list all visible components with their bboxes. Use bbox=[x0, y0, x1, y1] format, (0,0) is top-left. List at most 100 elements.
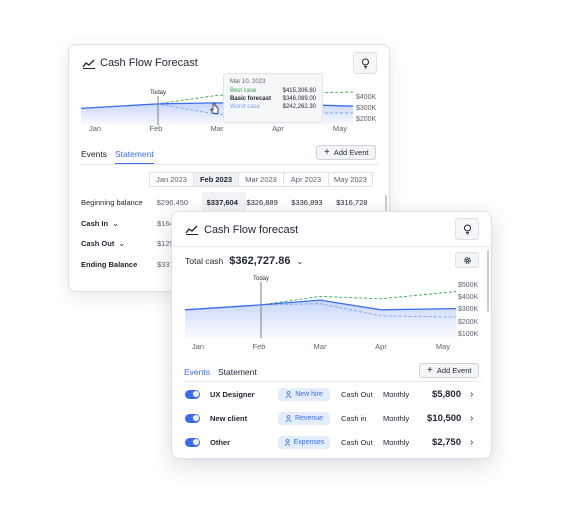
event-row[interactable]: Other Expenses Cash Out Monthly $2,750 › bbox=[185, 432, 481, 452]
event-tag-label: Revenue bbox=[294, 414, 324, 422]
tooltip-value: $415,306.80 bbox=[282, 88, 316, 94]
chevron-right-icon[interactable]: › bbox=[470, 437, 473, 448]
event-toggle[interactable] bbox=[185, 413, 200, 423]
x-tick-label: May bbox=[436, 342, 450, 351]
row-label: Beginning balance bbox=[81, 197, 143, 207]
month-column-header[interactable]: Apr 2023 bbox=[283, 172, 328, 187]
x-tick-label: Jan bbox=[89, 124, 101, 133]
y-tick-label: $200K bbox=[458, 319, 479, 326]
total-cash-value: $362,727.86 bbox=[229, 255, 291, 267]
tooltip-row-worst: Worst case $242,262.30 bbox=[230, 104, 316, 110]
y-tick-label: $400K bbox=[356, 94, 377, 101]
event-type: Cash in bbox=[341, 413, 367, 423]
tooltip-row-basic: Basic forecast $346,089.00 bbox=[230, 96, 316, 102]
tooltip-value: $242,262.30 bbox=[282, 104, 316, 110]
tab-events[interactable]: Events bbox=[184, 367, 210, 382]
person-icon bbox=[285, 414, 292, 422]
event-name: New client bbox=[210, 413, 248, 423]
month-column-header[interactable]: Mar 2023 bbox=[238, 172, 283, 187]
view-tabs: Events Statement bbox=[184, 367, 257, 382]
view-tabs: Events Statement bbox=[81, 149, 154, 164]
tooltip-date: Mar 10, 2023 bbox=[230, 79, 266, 85]
row-value: $296,450 bbox=[156, 197, 189, 207]
scrollbar[interactable] bbox=[487, 250, 489, 312]
statement-month-header: Jan 2023 Feb 2023 Mar 2023 Apr 2023 May … bbox=[149, 172, 373, 187]
add-event-button[interactable]: + Add Event bbox=[419, 363, 480, 378]
lightbulb-icon bbox=[463, 224, 471, 234]
forecast-area bbox=[185, 300, 456, 338]
plus-icon: + bbox=[427, 364, 433, 376]
x-tick-label: Jan bbox=[192, 342, 204, 351]
event-row[interactable]: UX Designer New hire Cash Out Monthly $5… bbox=[185, 384, 481, 404]
panel-title: Cash Flow forecast bbox=[204, 224, 299, 236]
row-label-text: Cash In bbox=[81, 218, 109, 228]
x-tick-label: Apr bbox=[375, 342, 387, 351]
row-label: Cash Out ⌄ bbox=[81, 239, 157, 248]
panel-title: Cash Flow Forecast bbox=[100, 57, 198, 69]
tooltip-label: Basic forecast bbox=[230, 96, 272, 102]
y-tick-label: $300K bbox=[356, 105, 377, 112]
event-name: UX Designer bbox=[210, 389, 255, 399]
y-tick-label: $200K bbox=[356, 116, 377, 123]
chevron-right-icon[interactable]: › bbox=[470, 413, 473, 424]
event-frequency: Monthly bbox=[383, 413, 410, 423]
event-amount: $2,750 bbox=[431, 436, 461, 448]
chevron-right-icon[interactable]: › bbox=[470, 389, 473, 400]
event-frequency: Monthly bbox=[383, 437, 410, 447]
chart-tooltip: Mar 10, 2023 Best case $415,306.80 Basic… bbox=[223, 73, 323, 123]
chart-icon bbox=[82, 59, 95, 69]
gear-icon bbox=[463, 256, 471, 264]
chevron-down-icon[interactable]: ⌄ bbox=[118, 239, 125, 248]
person-icon bbox=[285, 390, 292, 398]
month-column-header[interactable]: Jan 2023 bbox=[149, 172, 193, 187]
event-type: Cash Out bbox=[341, 437, 373, 447]
event-tag-label: New hire bbox=[295, 390, 323, 398]
month-column-header[interactable]: May 2023 bbox=[328, 172, 373, 187]
event-type: Cash Out bbox=[341, 389, 373, 399]
event-name: Other bbox=[210, 437, 231, 447]
row-value-selected: $337,604 bbox=[201, 192, 247, 212]
x-tick-label: Mar bbox=[211, 124, 224, 133]
x-tick-label: Mar bbox=[314, 342, 327, 351]
tooltip-value: $346,089.00 bbox=[282, 96, 316, 102]
statement-row: Beginning balance $296,450 $337,604 $326… bbox=[81, 192, 381, 212]
lightbulb-icon bbox=[361, 58, 369, 68]
event-toggle[interactable] bbox=[185, 389, 200, 399]
chevron-down-icon[interactable]: ⌄ bbox=[112, 219, 119, 228]
row-label: Cash In ⌄ bbox=[81, 219, 157, 228]
header-divider bbox=[172, 246, 491, 247]
row-label-text: Cash Out bbox=[81, 238, 115, 248]
event-frequency: Monthly bbox=[383, 389, 410, 399]
row-value: $336,893 bbox=[291, 197, 323, 207]
settings-button[interactable] bbox=[455, 252, 479, 268]
event-tag-label: Expenses bbox=[293, 438, 325, 446]
x-tick-label: May bbox=[333, 124, 347, 133]
add-event-label: Add Event bbox=[436, 366, 472, 375]
event-toggle[interactable] bbox=[185, 437, 200, 447]
event-tag: Expenses bbox=[278, 435, 330, 449]
tab-events[interactable]: Events bbox=[81, 149, 107, 164]
tooltip-label: Best case bbox=[230, 88, 257, 94]
y-tick-label: $300K bbox=[458, 306, 479, 313]
insights-button[interactable] bbox=[353, 52, 377, 74]
forecast-chart: Today Jan Feb Mar Apr May $500K $400K $3… bbox=[184, 272, 479, 351]
tab-statement[interactable]: Statement bbox=[115, 149, 154, 164]
add-event-button[interactable]: + Add Event bbox=[316, 145, 377, 160]
month-column-header-selected[interactable]: Feb 2023 bbox=[193, 172, 238, 187]
insights-button[interactable] bbox=[455, 218, 479, 240]
tab-statement[interactable]: Statement bbox=[218, 367, 257, 382]
event-row[interactable]: New client Revenue Cash in Monthly $10,5… bbox=[185, 408, 481, 428]
chevron-down-icon[interactable]: ⌄ bbox=[296, 257, 303, 266]
event-tag: Revenue bbox=[278, 411, 330, 425]
chart-icon bbox=[185, 225, 198, 235]
tooltip-label: Worst case bbox=[230, 104, 260, 110]
cash-flow-forecast-panel-front: Cash Flow forecast Total cash $362,727.8… bbox=[171, 211, 492, 459]
row-value: $316,728 bbox=[336, 197, 368, 207]
x-tick-label: Feb bbox=[253, 342, 266, 351]
total-cash-label: Total cash bbox=[185, 256, 224, 266]
total-cash[interactable]: Total cash $362,727.86 ⌄ bbox=[185, 255, 303, 267]
row-value: $326,889 bbox=[246, 197, 278, 207]
today-marker-label: Today bbox=[150, 90, 166, 96]
y-tick-label: $500K bbox=[458, 282, 479, 289]
tabs-divider bbox=[184, 381, 482, 382]
